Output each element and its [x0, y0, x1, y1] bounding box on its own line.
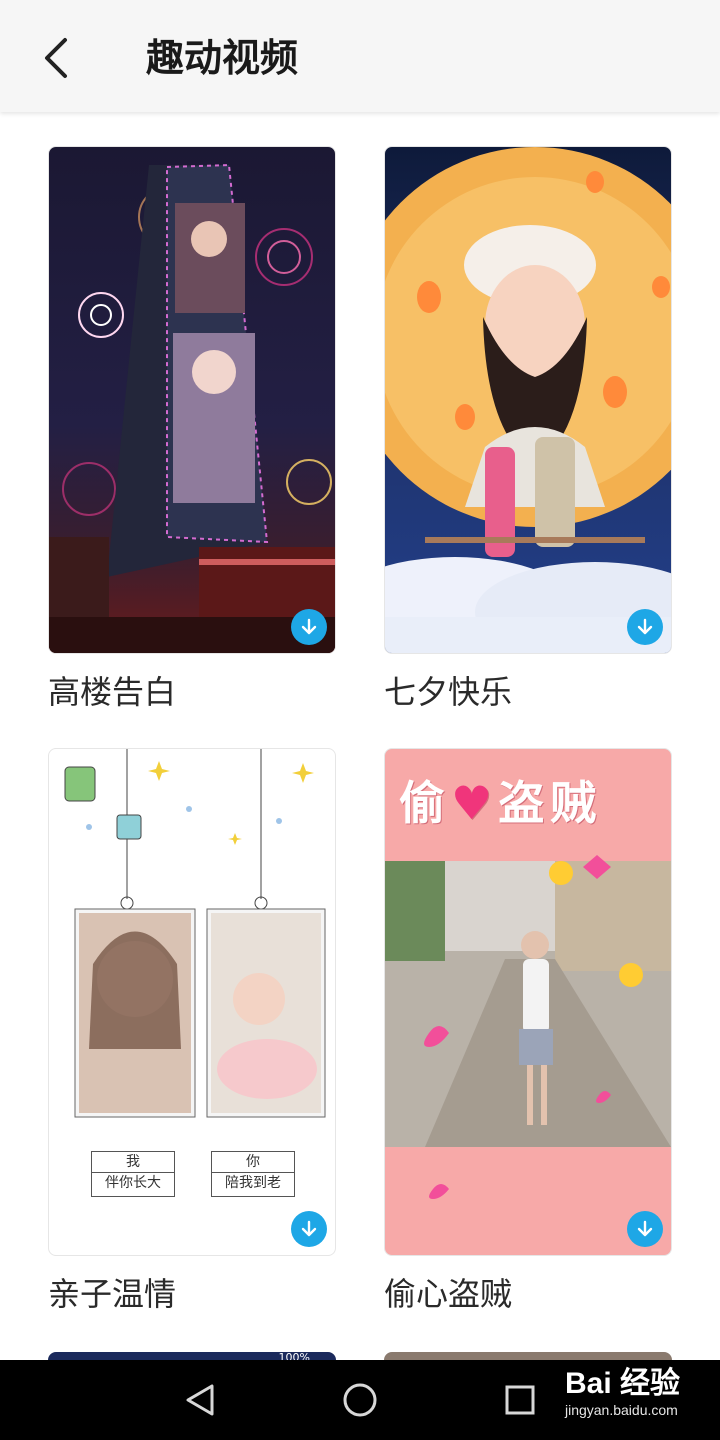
title-part: 盗贼 — [498, 776, 603, 830]
template-thumbnail[interactable] — [48, 146, 336, 654]
download-button[interactable] — [291, 1211, 327, 1247]
download-button[interactable] — [291, 609, 327, 645]
download-button[interactable] — [627, 609, 663, 645]
download-icon — [301, 618, 317, 635]
nav-recents-button[interactable] — [488, 1372, 552, 1428]
back-arrow-icon — [45, 38, 67, 78]
watermark-logo-text: Bai 经验 — [564, 1367, 680, 1400]
page-title: 趣动视频 — [146, 36, 299, 80]
caption-top: 你 — [246, 1154, 260, 1170]
nav-back-icon — [186, 1384, 214, 1416]
caption-top: 我 — [126, 1154, 140, 1170]
template-thumbnail[interactable]: 偷♥盗贼 — [384, 748, 672, 1256]
nav-home-icon — [343, 1383, 377, 1417]
template-title: 偷心盗贼 — [384, 1275, 513, 1313]
top-app-bar: 趣动视频 — [0, 0, 720, 112]
caption-box-right: 你 陪我到老 — [211, 1151, 295, 1197]
peek-status-text: 100% — [278, 1352, 310, 1360]
tower-fireworks-image — [49, 163, 335, 653]
template-title: 高楼告白 — [48, 673, 177, 711]
template-title: 亲子温情 — [48, 1275, 177, 1313]
artwork-title: 偷♥盗贼 — [399, 767, 602, 833]
heart-icon: ♥ — [451, 776, 499, 830]
back-button[interactable] — [28, 30, 84, 86]
download-button[interactable] — [627, 1211, 663, 1247]
nav-home-button[interactable] — [328, 1372, 392, 1428]
watermark: Bai 经验 jingyan.baidu.com — [565, 1366, 680, 1418]
watermark-url: jingyan.baidu.com — [564, 1402, 678, 1418]
nav-recents-icon — [505, 1385, 535, 1415]
download-icon — [301, 1220, 317, 1237]
template-title: 七夕快乐 — [384, 673, 513, 711]
template-card-6-peek[interactable] — [384, 1352, 672, 1360]
download-icon — [637, 618, 653, 635]
template-card-5-peek[interactable]: 100% — [48, 1352, 336, 1360]
template-thumbnail[interactable]: 我 伴你长大 你 陪我到老 — [48, 748, 336, 1256]
template-thumbnail[interactable] — [384, 146, 672, 654]
download-icon — [637, 1220, 653, 1237]
caption-bottom: 陪我到老 — [212, 1172, 294, 1193]
qixi-moon-image — [385, 147, 671, 653]
title-part: 偷 — [399, 776, 451, 830]
nav-back-button[interactable] — [168, 1372, 232, 1428]
template-grid: 高楼告白 七夕快乐 我 伴你长大 你 陪我到老 亲子温情 偷♥盗贼 偷心盗贼 1… — [0, 112, 720, 1360]
caption-bottom: 伴你长大 — [92, 1172, 174, 1193]
caption-box-left: 我 伴你长大 — [91, 1151, 175, 1197]
